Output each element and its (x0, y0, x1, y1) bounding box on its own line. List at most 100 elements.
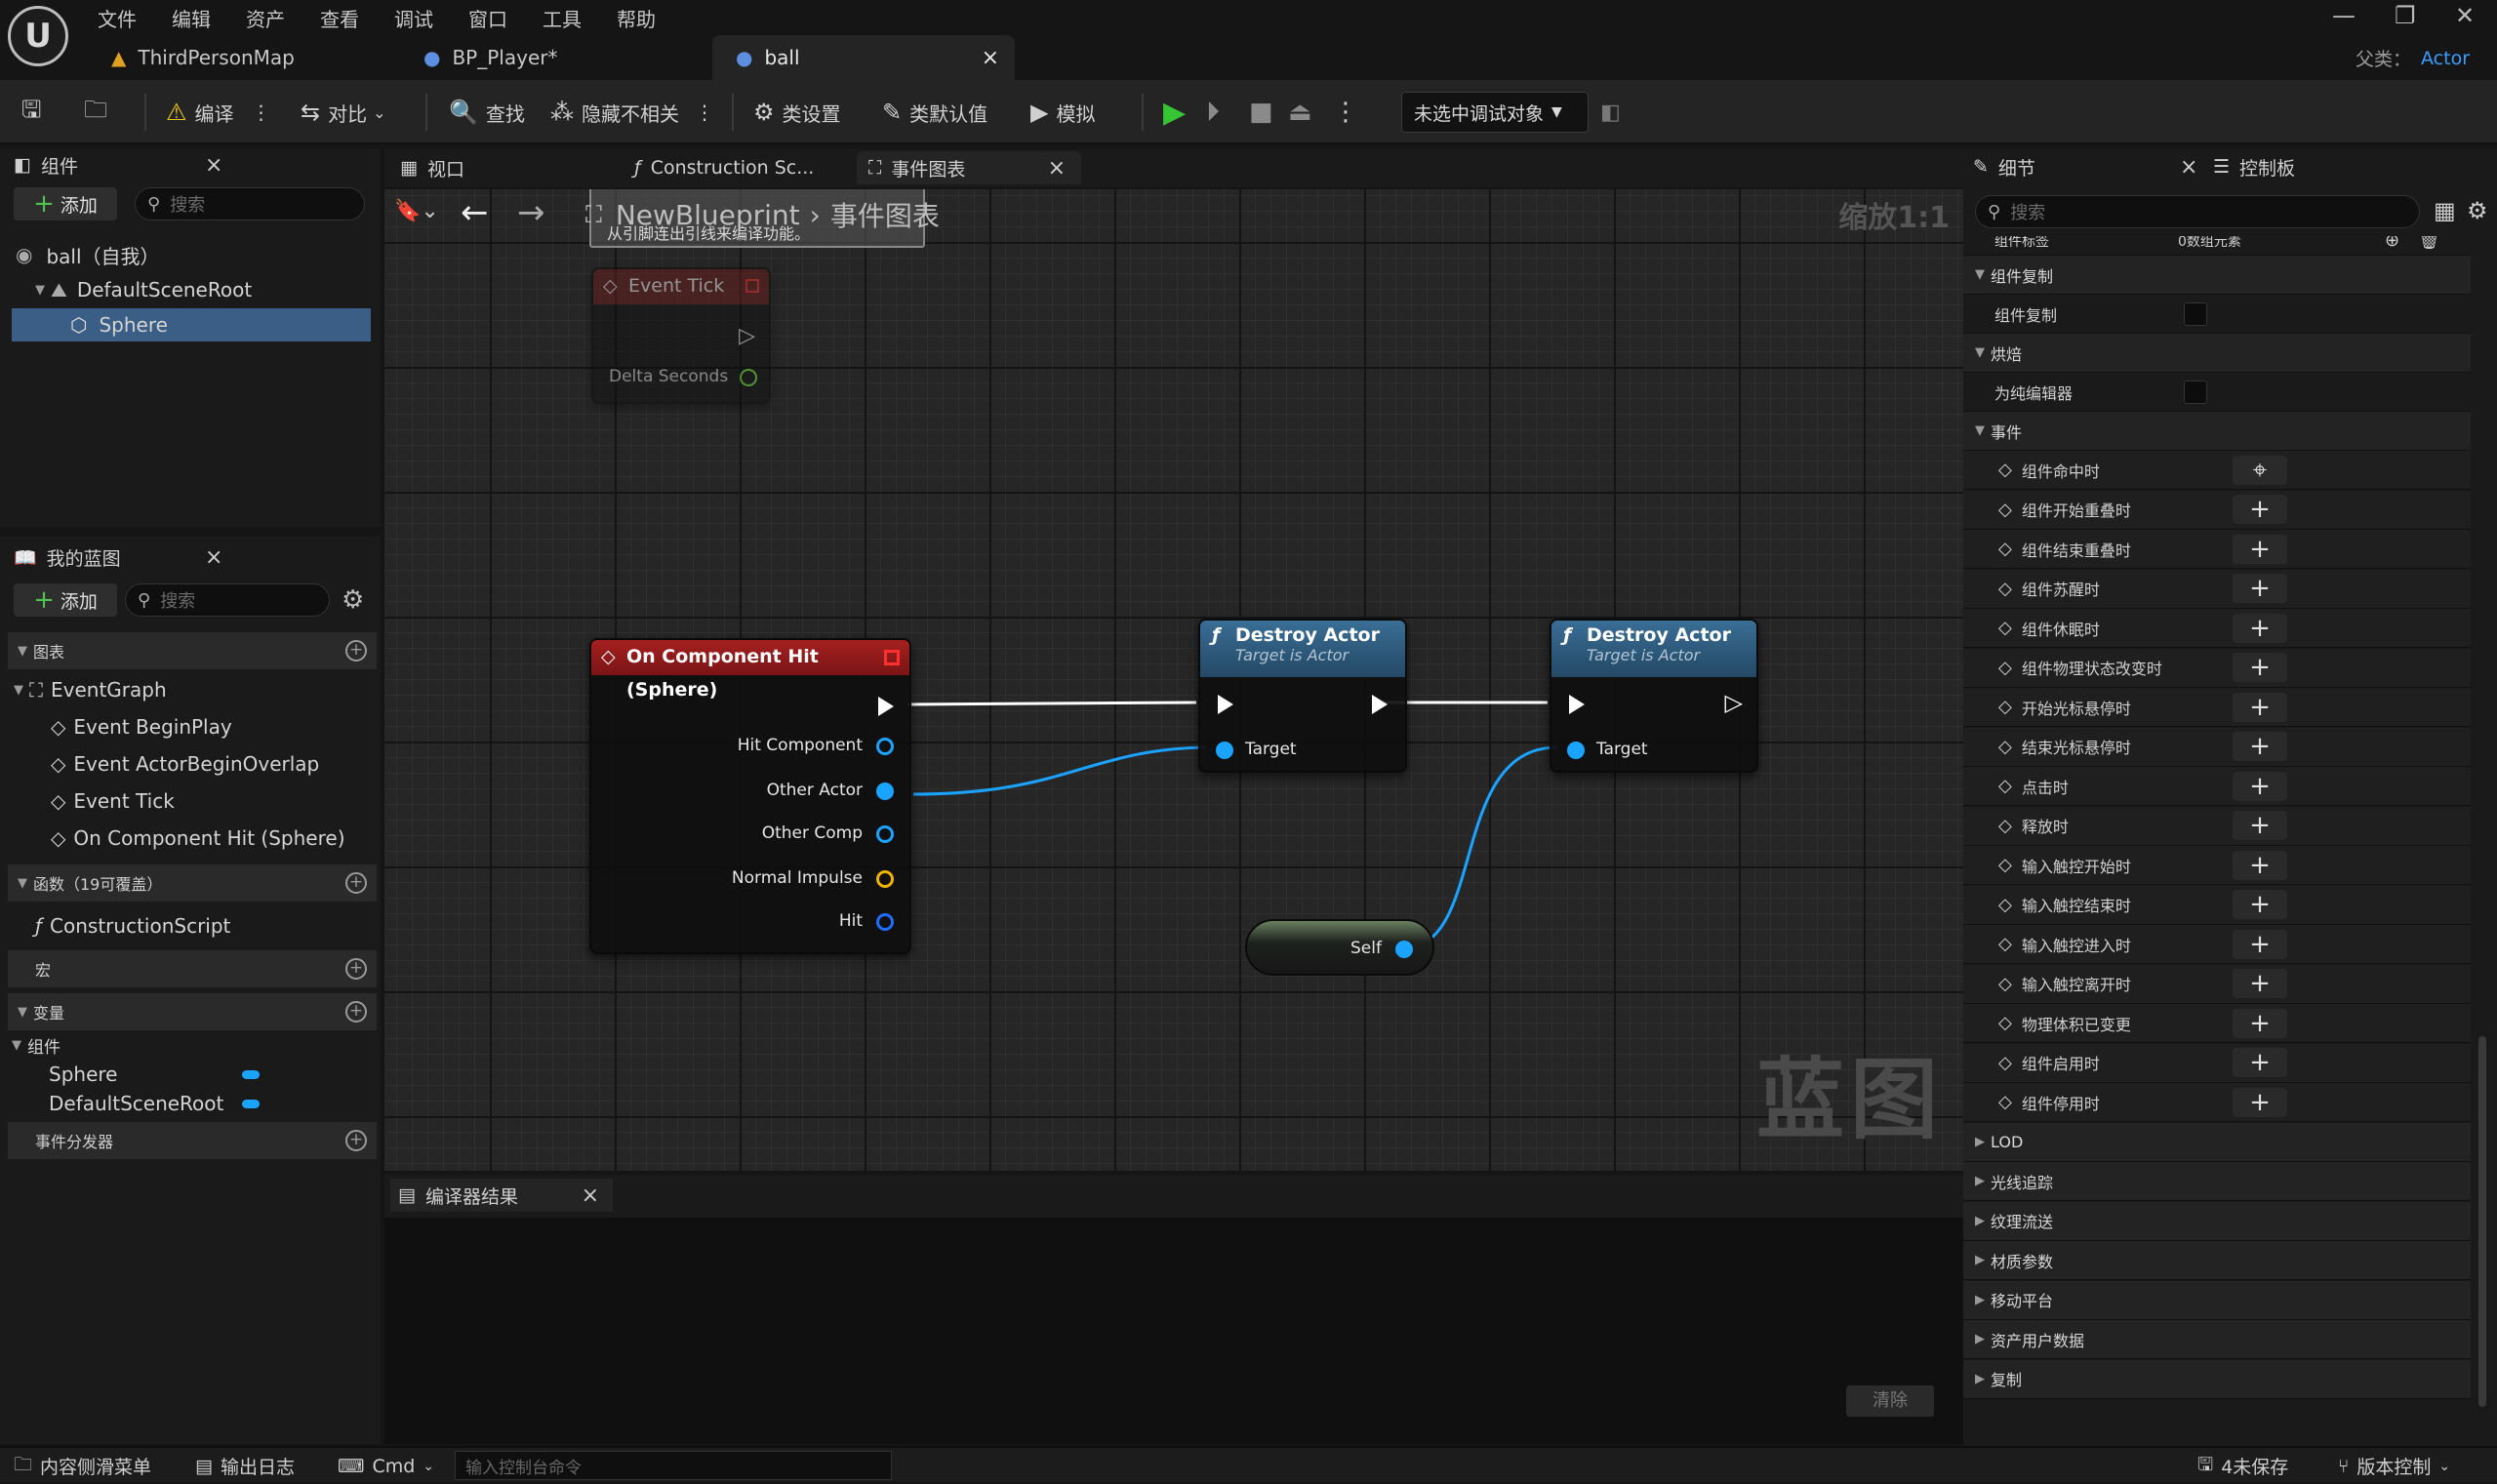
step-icon[interactable]: ⏵ (1206, 80, 1220, 144)
source-control-button[interactable]: ⑂ 版本控制 ⌄ (2338, 1448, 2450, 1484)
simulate-button[interactable]: ▶ 模拟 (1030, 80, 1095, 144)
parent-class-link[interactable]: Actor (2421, 48, 2470, 69)
float-pin-icon[interactable] (740, 369, 757, 386)
tree-item-event[interactable]: ◇ Event Tick (51, 784, 175, 818)
tree-item-defaultsceneroot[interactable]: ▼ ⛰ DefaultSceneRoot (35, 273, 252, 306)
vector-pin-icon[interactable] (876, 870, 894, 888)
add-event-button[interactable]: + (2233, 1087, 2287, 1117)
section-collapsed[interactable]: ▶ 材质参数 (1963, 1241, 2471, 1280)
my-blueprint-tab[interactable]: 📖 我的蓝图 × (14, 541, 222, 574)
gear-icon[interactable]: ⚙ (2467, 197, 2488, 224)
add-member-button[interactable]: + 添加 (14, 583, 117, 617)
details-search-input[interactable]: ⚲ 搜索 (1975, 195, 2420, 228)
tree-item-variable[interactable]: DefaultSceneRoot (49, 1087, 260, 1120)
minimize-icon[interactable]: — (2332, 2, 2356, 29)
details-scrollbar[interactable] (2478, 1036, 2486, 1407)
tab-thirdpersonmap[interactable]: ▲ ThirdPersonMap (88, 35, 400, 80)
add-graph-icon[interactable]: + (345, 640, 367, 662)
tree-item-event[interactable]: ◇ Event ActorBeginOverlap (51, 747, 319, 781)
diff-button[interactable]: ⇆ 对比 ⌄ (301, 80, 386, 144)
object-pin-icon[interactable] (1216, 742, 1233, 759)
close-panel-icon[interactable]: × (2180, 155, 2197, 180)
add-event-button[interactable]: + (2233, 890, 2287, 919)
unsaved-button[interactable]: 🖫 4未保存 (2197, 1448, 2288, 1484)
save-button[interactable]: 🖫 (21, 80, 49, 144)
unreal-logo-icon[interactable]: U (8, 6, 68, 66)
menu-tools[interactable]: 工具 (543, 4, 582, 32)
add-event-button[interactable]: + (2233, 534, 2287, 564)
functions-section[interactable]: ▼ 函数（19可覆盖） + (8, 864, 377, 902)
add-function-icon[interactable]: + (345, 872, 367, 894)
tab-bp-player[interactable]: ● BP_Player* (400, 35, 712, 80)
destroy-actor-node[interactable]: ƒ Destroy Actor Target is Actor ▷ Target (1550, 619, 1758, 773)
struct-pin-icon[interactable] (876, 913, 894, 931)
object-pin-icon[interactable] (876, 825, 894, 843)
compile-button[interactable]: ⚠ 编译 ⋮ (166, 80, 271, 144)
go-to-event-icon[interactable]: ⌖ (2233, 455, 2287, 485)
restore-icon[interactable]: ❐ (2395, 2, 2416, 29)
tree-item-components-group[interactable]: ▼ 组件 (12, 1028, 60, 1062)
debug-object-dropdown[interactable]: 未选中调试对象 ▼ (1401, 92, 1589, 133)
add-event-button[interactable]: + (2233, 1048, 2287, 1077)
find-button[interactable]: 🔍 查找 (449, 80, 525, 144)
add-event-button[interactable]: + (2233, 574, 2287, 603)
exec-in-pin-icon[interactable] (1218, 695, 1233, 714)
components-tab[interactable]: ◧ 组件 × (14, 148, 222, 181)
section-events[interactable]: ▼ 事件 (1963, 412, 2471, 451)
tree-item-ball-self[interactable]: ◉ ball（自我） (16, 238, 160, 271)
add-event-button[interactable]: + (2233, 929, 2287, 959)
exec-out-pin-icon[interactable]: ▷ (1725, 689, 1743, 716)
eject-icon[interactable]: ⏏ (1288, 80, 1312, 144)
object-pin-icon[interactable] (1395, 941, 1413, 958)
self-node[interactable]: Self (1245, 919, 1434, 976)
class-settings-button[interactable]: ⚙ 类设置 (753, 80, 841, 144)
dispatchers-section[interactable]: 事件分发器 + (8, 1122, 377, 1159)
event-tick-node[interactable]: ◇ Event Tick ▷ Delta Seconds (591, 267, 771, 404)
menu-window[interactable]: 窗口 (468, 4, 507, 32)
destroy-actor-node[interactable]: ƒ Destroy Actor Target is Actor Target (1198, 619, 1407, 773)
play-icon[interactable]: ▶ (1163, 80, 1186, 144)
add-component-button[interactable]: + 添加 (14, 187, 117, 221)
checkbox[interactable] (2184, 301, 2207, 326)
menu-file[interactable]: 文件 (98, 4, 137, 32)
expand-arrow-icon[interactable]: ▼ (35, 283, 45, 298)
more-options-icon[interactable]: ⋮ (252, 100, 271, 124)
add-event-button[interactable]: + (2233, 732, 2287, 761)
close-panel-icon[interactable]: × (582, 1183, 599, 1208)
stop-icon[interactable]: ■ (1249, 80, 1273, 144)
add-variable-icon[interactable]: + (345, 1001, 367, 1023)
cmd-dropdown[interactable]: ⌨ Cmd ⌄ (338, 1448, 434, 1484)
exec-out-pin-icon[interactable] (1372, 695, 1388, 714)
section-collapsed[interactable]: ▶ 资产用户数据 (1963, 1320, 2471, 1359)
close-window-icon[interactable]: ✕ (2455, 2, 2475, 29)
details-tab[interactable]: ✎ 细节 × (1973, 150, 2197, 183)
close-tab-icon[interactable]: × (982, 46, 999, 70)
on-component-hit-node[interactable]: ◇ On Component Hit (Sphere) Hit Componen… (589, 638, 911, 954)
add-event-button[interactable]: + (2233, 692, 2287, 722)
add-event-button[interactable]: + (2233, 495, 2287, 524)
browse-button[interactable]: 🗀 (84, 80, 115, 144)
output-log-button[interactable]: ▤ 输出日志 (195, 1448, 295, 1484)
object-pin-icon[interactable] (876, 782, 894, 800)
add-event-button[interactable]: + (2233, 653, 2287, 682)
more-options-icon[interactable]: ⋮ (1333, 80, 1358, 144)
object-pin-icon[interactable] (1567, 742, 1585, 759)
menu-view[interactable]: 查看 (320, 4, 359, 32)
add-event-button[interactable]: + (2233, 811, 2287, 840)
checkbox[interactable] (2184, 380, 2207, 404)
tree-item-variable[interactable]: Sphere (49, 1058, 260, 1091)
tree-item-sphere[interactable]: ⬡ Sphere (12, 308, 371, 341)
tree-item-function[interactable]: ƒ ConstructionScript (35, 909, 230, 943)
table-view-icon[interactable]: ▦ (2434, 197, 2456, 224)
menu-edit[interactable]: 编辑 (172, 4, 211, 32)
hide-unrelated-button[interactable]: ⁂ 隐藏不相关 ⋮ (550, 80, 714, 144)
tab-viewport[interactable]: ▦ 视口 (392, 151, 617, 184)
exec-out-pin-icon[interactable]: ▷ (739, 324, 755, 348)
exec-out-pin-icon[interactable] (878, 697, 894, 716)
tree-item-eventgraph[interactable]: ▼ ⛶ EventGraph (14, 673, 167, 706)
tab-ball[interactable]: ● ball × (712, 35, 1015, 80)
object-pin-icon[interactable] (876, 738, 894, 755)
components-search-input[interactable]: ⚲ 搜索 (135, 187, 365, 221)
tab-event-graph[interactable]: ⛶ 事件图表 × (857, 151, 1081, 184)
my-blueprint-search-input[interactable]: ⚲ 搜索 (125, 583, 330, 617)
